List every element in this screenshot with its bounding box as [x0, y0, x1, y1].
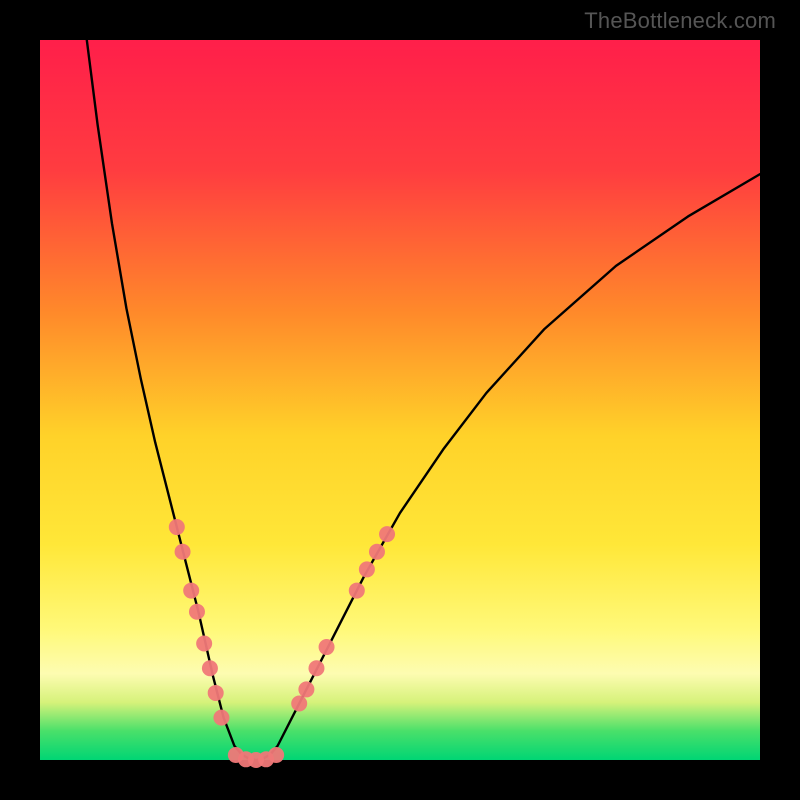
data-marker	[175, 544, 191, 560]
data-marker	[319, 639, 335, 655]
plot-area	[40, 40, 760, 760]
data-marker	[349, 583, 365, 599]
data-marker	[189, 604, 205, 620]
data-marker	[183, 583, 199, 599]
data-marker	[379, 526, 395, 542]
data-marker	[268, 747, 284, 763]
data-marker	[291, 696, 307, 712]
data-marker	[298, 681, 314, 697]
chart-canvas: TheBottleneck.com	[0, 0, 800, 800]
data-marker	[359, 561, 375, 577]
bottleneck-curve	[87, 40, 760, 760]
watermark-text: TheBottleneck.com	[584, 8, 776, 34]
data-marker	[208, 685, 224, 701]
data-marker	[369, 544, 385, 560]
data-marker	[308, 660, 324, 676]
data-marker	[202, 660, 218, 676]
data-marker	[169, 519, 185, 535]
data-marker	[213, 710, 229, 726]
data-marker	[196, 636, 212, 652]
curve-overlay	[40, 40, 760, 760]
